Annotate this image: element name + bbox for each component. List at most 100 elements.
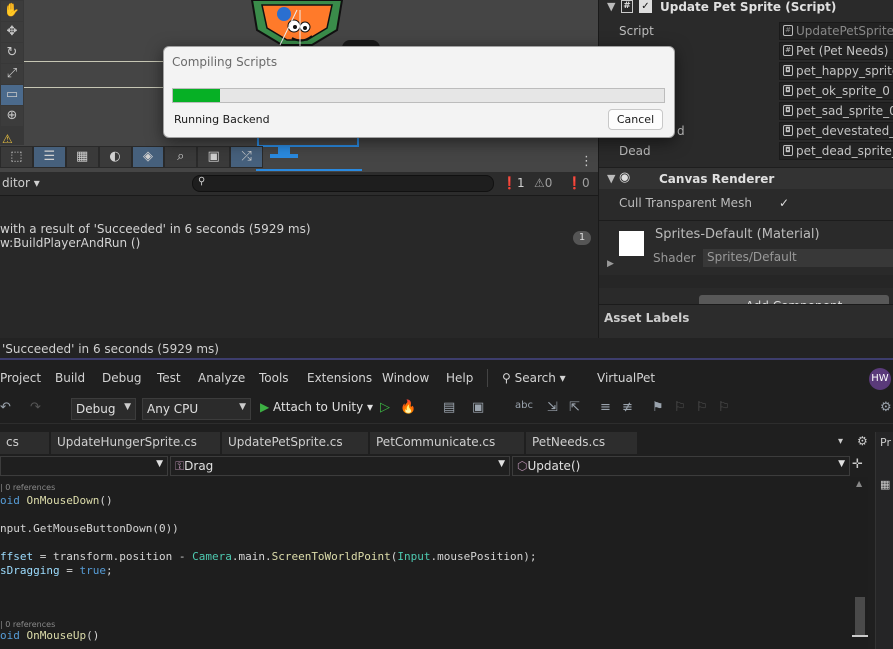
grid-icon[interactable]: ▦ [66,147,98,167]
move-icon[interactable]: ✥ [1,22,23,42]
code-keyword: oid [0,494,20,507]
gear-icon[interactable]: ⚙ [857,434,868,448]
search-menu[interactable]: ⚲ Search ▾ [502,371,566,385]
sad-sprite-field[interactable]: ◘ pet_sad_sprite_0 [779,102,893,120]
next-bookmark-icon[interactable]: ⚐ [696,400,708,415]
platform-dropdown[interactable]: Any CPU ▼ [142,398,251,420]
tab-pet-needs[interactable]: PetNeeds.cs [526,432,638,454]
shuffle-icon[interactable]: ⤮ [231,147,262,167]
redo-icon[interactable]: ↷ [30,400,41,415]
avatar[interactable]: HW [869,368,891,390]
menu-test[interactable]: Test [157,371,181,385]
collapse-count-badge: 1 [573,231,591,245]
menu-window[interactable]: Window [382,371,429,385]
console-warning-toggle[interactable]: ⚠0 [534,176,552,190]
scrollbar-thumb[interactable] [855,597,865,637]
code-lens-references[interactable]: | 0 references [0,620,55,629]
expand-arrow-icon[interactable]: ▼ [607,0,615,13]
nav-project-dropdown[interactable]: ▼ [0,456,168,476]
start-without-debug-icon[interactable]: ▷ [380,400,390,415]
uncomment-icon[interactable]: ≢ [622,400,633,415]
hand-icon[interactable]: ✋ [1,1,23,21]
canvas-renderer-header[interactable]: ▼ ◉ Canvas Renderer [599,167,893,189]
zoom-icon[interactable]: ⌕ [165,147,197,167]
divider [487,369,488,387]
code-lens-references[interactable]: | 0 references [0,483,55,492]
tab-update-hunger-sprite[interactable]: UpdateHungerSprite.cs [51,432,221,454]
clear-bookmarks-icon[interactable]: ⚐ [718,400,730,415]
settings-icon[interactable]: ⚙ [880,400,892,415]
scroll-up-icon[interactable]: ▲ [856,479,862,488]
pet-field[interactable]: # Pet (Pet Needs) [779,42,893,60]
script-value: UpdatePetSprite [796,24,893,38]
console-filter-dropdown[interactable]: ditor ▾ [2,176,40,190]
prev-bookmark-icon[interactable]: ⚐ [674,400,686,415]
editor-scrollbar[interactable]: ▲ [852,477,868,649]
hot-reload-icon[interactable]: 🔥 [400,400,416,415]
console-info-toggle[interactable]: ❗0 [567,176,590,190]
cull-label: Cull Transparent Mesh [619,196,752,210]
camera-icon[interactable]: ▣ [198,147,230,167]
spellcheck-icon[interactable]: abc [515,400,533,411]
vs-menu-bar: Project Build Debug Test Analyze Tools E… [0,362,893,394]
code-editor[interactable]: | 0 references oid OnMouseDown() nput.Ge… [0,477,868,649]
error-count: 1 [516,176,525,190]
menu-extensions[interactable]: Extensions [307,371,372,385]
window-layout-icon[interactable]: ▣ [472,400,484,415]
step-into-icon[interactable]: ⇲ [547,400,558,415]
folder-icon[interactable]: ▤ [443,400,455,415]
properties-tab-label[interactable]: Pr [880,436,891,449]
comment-icon[interactable]: ≡ [600,400,611,415]
happy-sprite-field[interactable]: ◘pet_happy_sprite_ [779,62,893,80]
console-error-toggle[interactable]: ❗1 [502,176,525,190]
bookmark-icon[interactable]: ⚑ [652,400,664,415]
transform-icon[interactable]: ⊕ [1,106,23,126]
shading-icon[interactable]: ◐ [99,147,131,167]
layers-icon[interactable]: ◈ [132,147,164,167]
solution-name: VirtualPet [597,371,656,385]
shader-dropdown[interactable]: Sprites/Default [703,249,893,267]
back-icon[interactable]: ↶ [0,400,11,415]
more-options-icon[interactable]: ⋮ [580,154,593,169]
menu-analyze[interactable]: Analyze [198,371,245,385]
nav-member-dropdown[interactable]: ⚿Drag ▼ [170,456,510,476]
attach-to-unity-button[interactable]: ▶ Attach to Unity ▾ [260,400,373,414]
menu-help[interactable]: Help [446,371,473,385]
dead-sprite-field[interactable]: ◘ pet_dead_sprite_ [779,142,893,160]
console-message-line1[interactable]: with a result of 'Succeeded' in 6 second… [0,222,311,236]
devastated-sprite-field[interactable]: ◘ pet_devestated_s [779,122,893,140]
rotate-icon[interactable]: ↻ [1,43,23,63]
menu-tools[interactable]: Tools [259,371,289,385]
component-header[interactable]: ▼ # ✓ Update Pet Sprite (Script) [599,0,893,18]
menu-build[interactable]: Build [55,371,85,385]
nav-method-dropdown[interactable]: ⬡Update() ▼ [512,456,850,476]
console-message-line2[interactable]: w:BuildPlayerAndRun () [0,236,140,250]
config-dropdown[interactable]: Debug ▼ [71,398,136,420]
cull-checkbox[interactable]: ✓ [779,196,789,210]
compiling-dialog: Compiling Scripts Running Backend Cancel [163,46,675,138]
enabled-checkbox[interactable]: ✓ [639,0,652,13]
script-icon: # [621,0,633,13]
split-editor-icon[interactable]: ✛ [852,457,863,472]
expand-arrow-icon[interactable]: ▼ [607,172,615,185]
rect-icon[interactable]: ▭ [1,85,23,105]
properties-panel-strip[interactable]: Pr ▦ [875,432,893,649]
tab-update-pet-sprite[interactable]: UpdatePetSprite.cs [222,432,369,454]
script-field[interactable]: # UpdatePetSprite [779,22,893,40]
code-punct: () [86,629,100,642]
tab-cs[interactable]: cs [0,432,50,454]
sliders-icon[interactable]: ☰ [33,147,65,167]
tab-pet-communicate[interactable]: PetCommunicate.cs [370,432,525,454]
ok-sprite-field[interactable]: ◘ pet_ok_sprite_0 [779,82,893,100]
expand-arrow-icon[interactable]: ▶ [607,259,614,269]
categorized-icon[interactable]: ▦ [880,478,890,491]
menu-project[interactable]: Project [0,371,41,385]
step-out-icon[interactable]: ⇱ [569,400,580,415]
tab-list-dropdown-icon[interactable]: ▾ [838,436,843,447]
menu-debug[interactable]: Debug [102,371,141,385]
scale-icon[interactable]: ⤢ [1,64,23,84]
asset-labels-bar[interactable]: Asset Labels [599,304,893,338]
cancel-button[interactable]: Cancel [608,109,663,130]
console-search-input[interactable]: ⚲ [192,175,494,192]
rect-select-icon[interactable]: ⬚ [1,147,32,167]
